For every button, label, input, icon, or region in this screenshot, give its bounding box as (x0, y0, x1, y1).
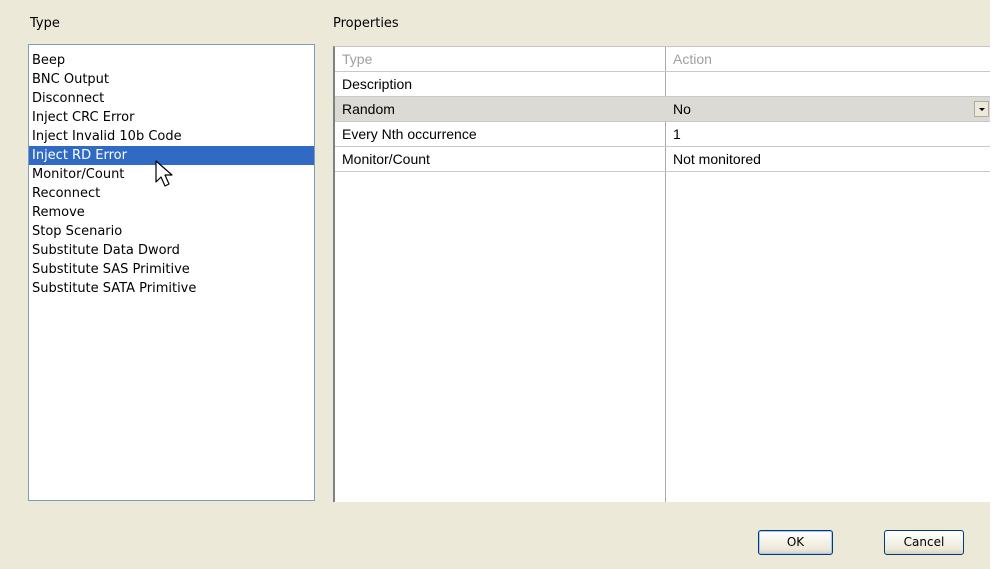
property-row-random[interactable]: Random No (335, 97, 995, 122)
list-item[interactable]: Disconnect (29, 89, 314, 108)
property-name: Type (342, 51, 373, 67)
property-row-every-nth[interactable]: Every Nth occurrence 1 (335, 122, 995, 147)
random-dropdown-button[interactable] (974, 101, 989, 117)
property-name: Every Nth occurrence (342, 126, 477, 142)
list-item[interactable]: BNC Output (29, 70, 314, 89)
type-section-label: Type (30, 16, 60, 31)
list-item[interactable]: Substitute SATA Primitive (29, 279, 314, 298)
property-row-monitor-count[interactable]: Monitor/Count Not monitored (335, 147, 995, 172)
property-value[interactable]: Not monitored (673, 147, 761, 171)
properties-grid: Type Action Description Random No Every … (333, 46, 995, 502)
property-row-description[interactable]: Description (335, 72, 995, 97)
list-item[interactable]: Remove (29, 203, 314, 222)
ok-button[interactable]: OK (758, 530, 833, 555)
property-value: Action (673, 51, 712, 67)
list-item-selected[interactable]: Inject RD Error (29, 146, 314, 165)
properties-section-label: Properties (333, 16, 399, 31)
property-value[interactable]: 1 (673, 122, 681, 146)
cancel-button[interactable]: Cancel (884, 530, 964, 555)
chevron-down-icon (979, 108, 985, 111)
list-item[interactable]: Inject CRC Error (29, 108, 314, 127)
property-name: Monitor/Count (342, 151, 430, 167)
list-item[interactable]: Substitute SAS Primitive (29, 260, 314, 279)
list-item[interactable]: Monitor/Count (29, 165, 314, 184)
list-item[interactable]: Stop Scenario (29, 222, 314, 241)
window-edge (990, 0, 997, 569)
property-name: Description (342, 76, 413, 92)
type-listbox[interactable]: Beep BNC Output Disconnect Inject CRC Er… (28, 44, 315, 501)
random-select[interactable]: No (673, 97, 691, 121)
dialog: Type Properties Beep BNC Output Disconne… (0, 0, 995, 569)
list-item[interactable]: Reconnect (29, 184, 314, 203)
list-item[interactable]: Substitute Data Dword (29, 241, 314, 260)
list-item[interactable]: Beep (29, 51, 314, 70)
property-row-type: Type Action (335, 47, 995, 72)
property-name: Random (342, 101, 395, 117)
list-item[interactable]: Inject Invalid 10b Code (29, 127, 314, 146)
